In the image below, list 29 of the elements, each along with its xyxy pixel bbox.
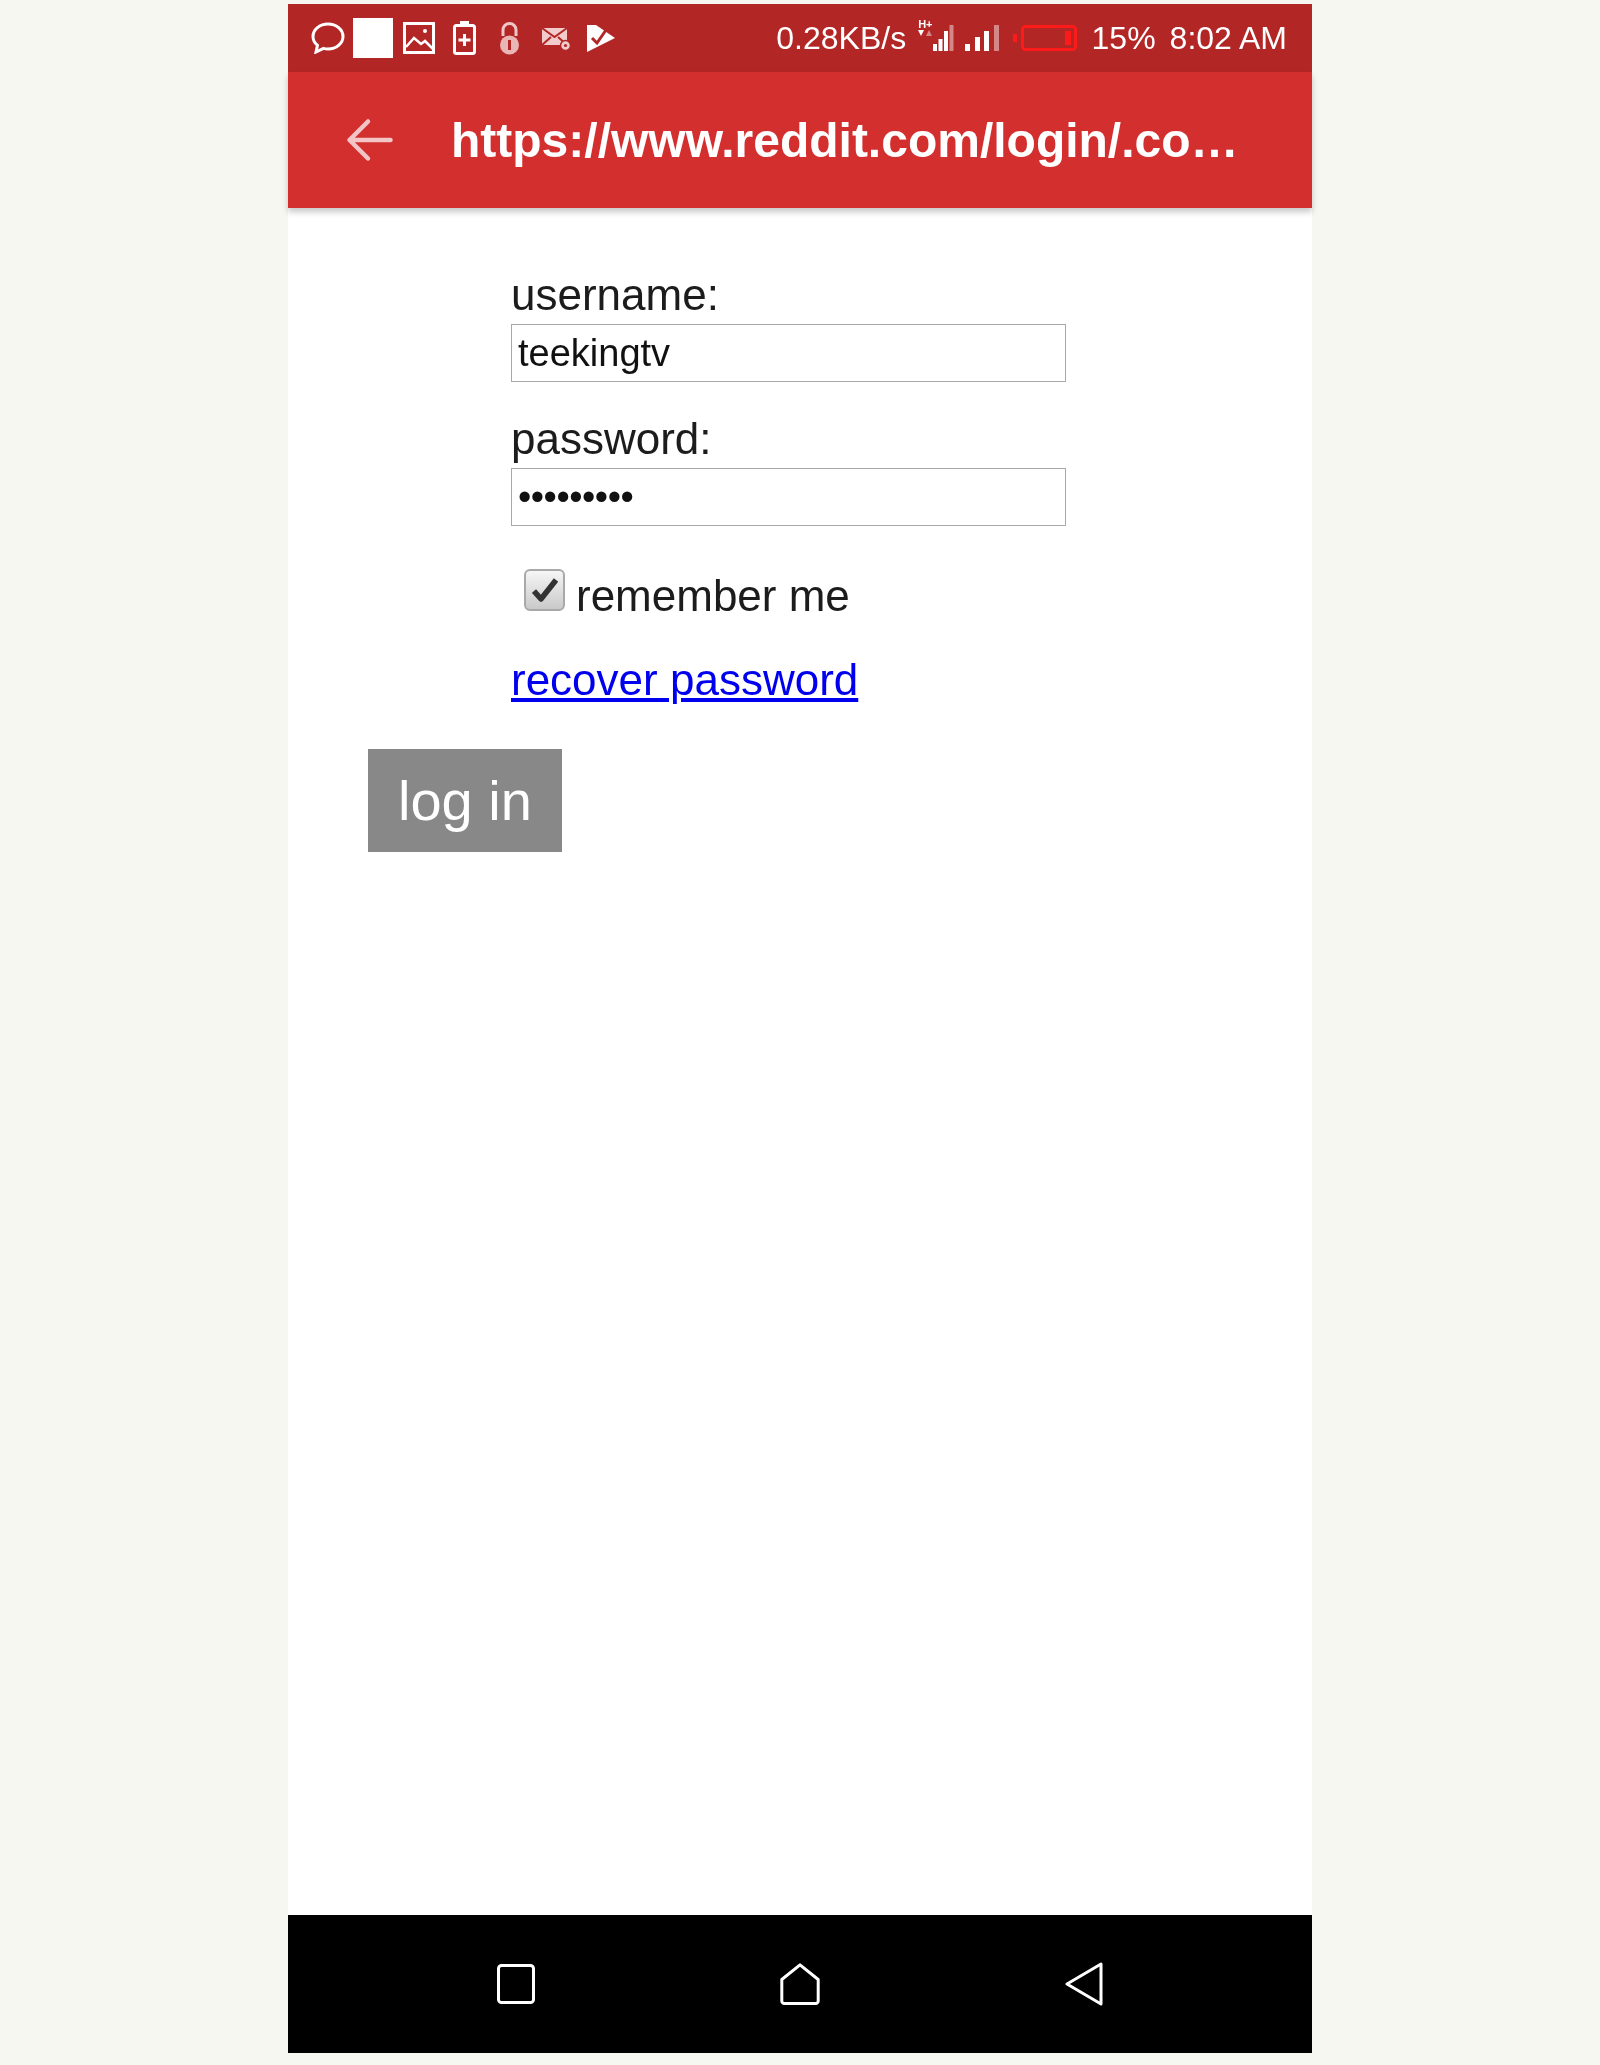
filled-square-icon: [353, 18, 393, 58]
battery-icon: [1012, 25, 1077, 51]
image-icon: [403, 22, 435, 54]
signal-icon: [932, 25, 954, 51]
checkmark-icon: [531, 578, 558, 602]
field-label: password:: [511, 414, 712, 464]
field-label: username:: [511, 270, 719, 320]
square-outline-icon[interactable]: [497, 1964, 535, 2004]
envelope-gear-icon: [541, 25, 571, 51]
battery-plus-icon: [453, 21, 476, 55]
login-button[interactable]: log in: [368, 749, 562, 852]
chat-bubble-icon: [311, 22, 345, 54]
lock-icon: [498, 21, 521, 55]
network-type-label: H+: [918, 18, 933, 30]
transfer-arrows-icon: [918, 30, 933, 36]
back-icon[interactable]: [1065, 1962, 1103, 2006]
text-field[interactable]: teekingtv: [511, 324, 1066, 382]
flag-check-icon: [586, 23, 616, 53]
remember-label: remember me: [576, 571, 850, 621]
signal-icon: [964, 25, 1000, 51]
page-url-title: https://www.reddit.com/login/.co…: [451, 112, 1239, 168]
password-field[interactable]: •••••••••: [511, 468, 1066, 526]
network-speed: 0.28KB/s: [776, 19, 907, 57]
home-icon[interactable]: [780, 1963, 820, 2005]
battery-percent: 15%: [1091, 19, 1156, 57]
back-arrow-icon[interactable]: [345, 118, 393, 162]
clock-time: 8:02 AM: [1169, 19, 1287, 57]
recover-password-link[interactable]: recover password: [511, 655, 859, 705]
remember-checkbox[interactable]: [524, 569, 565, 611]
